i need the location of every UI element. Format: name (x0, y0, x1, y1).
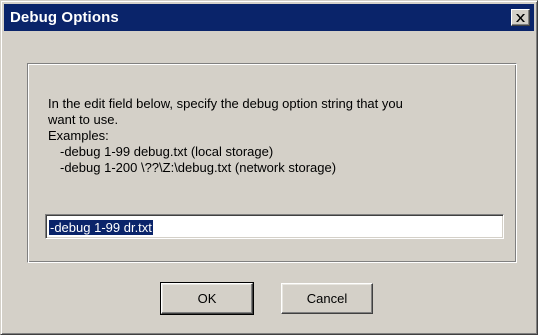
ok-button[interactable]: OK (160, 282, 254, 315)
debug-options-dialog: Debug Options In the edit field below, s… (0, 0, 538, 335)
examples-label: Examples: (48, 128, 109, 143)
example-local: -debug 1-99 debug.txt (local storage) (60, 144, 274, 159)
window-title: Debug Options (10, 9, 119, 26)
cancel-button[interactable]: Cancel (281, 283, 373, 314)
instruction-line-2: want to use. (48, 112, 119, 127)
debug-option-value: -debug 1-99 dr.txt (49, 220, 153, 235)
close-icon (516, 13, 525, 22)
title-bar[interactable]: Debug Options (4, 4, 534, 31)
close-button[interactable] (511, 9, 530, 26)
example-network: -debug 1-200 \??\Z:\debug.txt (network s… (60, 160, 337, 175)
instruction-line-1: In the edit field below, specify the deb… (48, 96, 403, 111)
debug-option-input[interactable]: -debug 1-99 dr.txt (45, 214, 504, 239)
instructions-text: In the edit field below, specify the deb… (48, 96, 403, 176)
